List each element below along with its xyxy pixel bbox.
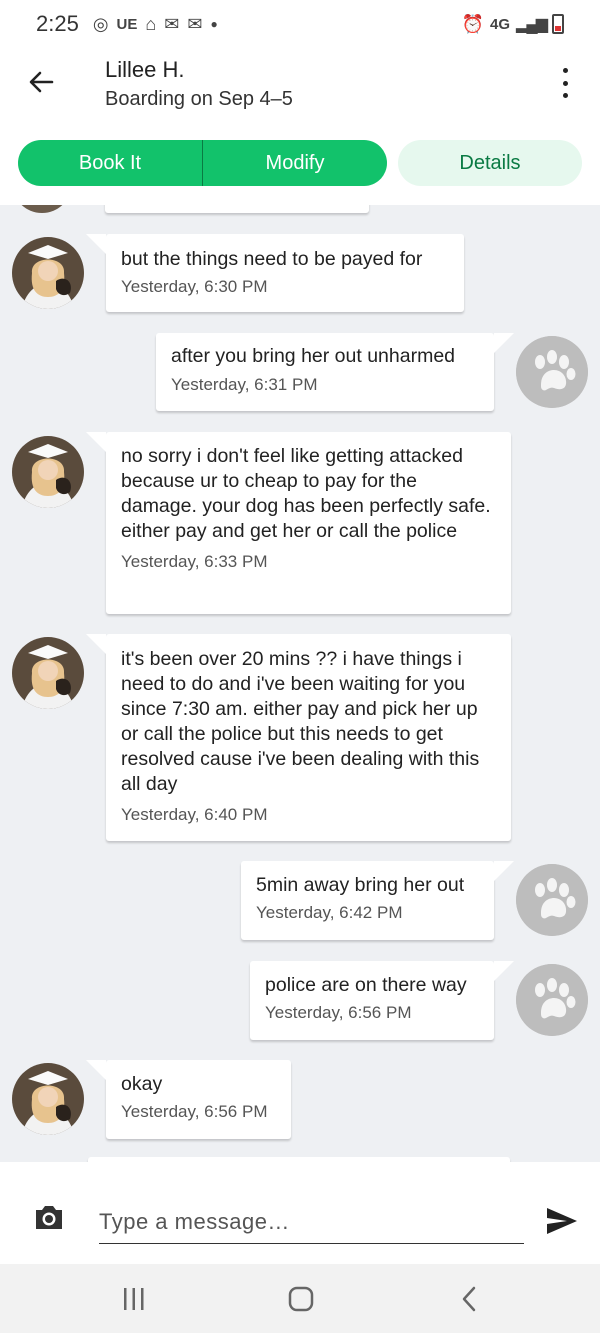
home-icon: ⌂ (145, 13, 157, 34)
message-text: 5min away bring her out (256, 874, 465, 896)
system-nav-bar (0, 1264, 600, 1333)
details-button[interactable]: Details (398, 140, 582, 186)
message-input[interactable] (99, 1200, 524, 1244)
contact-avatar (12, 637, 84, 709)
contact-name: Lillee H. (105, 57, 185, 82)
notification-dot-icon: ● (210, 17, 218, 31)
message-time: Yesterday, 6:56 PM (265, 1003, 412, 1022)
contact-avatar (12, 237, 84, 309)
message-bubble: 5min away bring her out Yesterday, 6:42 … (241, 861, 514, 940)
message-text: okay (121, 1073, 163, 1095)
sync-icon: ◎ (92, 13, 109, 34)
message-text: police are on there way (265, 974, 467, 996)
send-icon[interactable] (545, 1206, 579, 1236)
back-button-icon[interactable] (460, 1285, 478, 1313)
message-bubble: okay Yesterday, 6:56 PM (86, 1060, 291, 1139)
message-time: Yesterday, 6:56 PM (121, 1102, 268, 1121)
message-text: it's been over 20 mins ?? i have things … (121, 648, 480, 795)
message-bubble-partial (105, 205, 369, 213)
status-bar: 2:25 ◎ UE ⌂ ✉ ✉ ● ⏰ 4G ▂▄▆ (0, 0, 600, 48)
paw-avatar-icon (516, 864, 588, 936)
signal-icon: ▂▄▆ (516, 16, 548, 33)
message-text: after you bring her out unharmed (171, 345, 456, 367)
more-options-icon[interactable] (557, 68, 573, 98)
message-bubble: but the things need to be payed for Yest… (86, 234, 464, 312)
message-time: Yesterday, 6:42 PM (256, 903, 403, 922)
booking-button-group: Book It Modify (18, 140, 387, 186)
conversation-header: Lillee H. Boarding on Sep 4–5 (0, 48, 600, 128)
contact-avatar (12, 436, 84, 508)
mail-icon: ✉ (187, 13, 203, 34)
alarm-icon: ⏰ (461, 13, 485, 34)
message-composer (0, 1162, 600, 1264)
action-bar: Book It Modify Details (0, 128, 600, 204)
message-time: Yesterday, 6:31 PM (171, 375, 318, 394)
message-text: no sorry i don't feel like getting attac… (121, 445, 491, 542)
carrier-label: UE (116, 15, 138, 33)
message-time: Yesterday, 6:33 PM (121, 552, 268, 571)
back-arrow-icon[interactable] (26, 66, 58, 98)
message-list[interactable]: but the things need to be payed for Yest… (0, 205, 600, 1162)
book-it-button[interactable]: Book It (18, 140, 202, 186)
home-button-icon[interactable] (288, 1286, 314, 1312)
message-time: Yesterday, 6:30 PM (121, 277, 268, 296)
message-bubble: it's been over 20 mins ?? i have things … (86, 634, 511, 841)
message-text: but the things need to be payed for (121, 248, 423, 270)
network-label: 4G (490, 15, 511, 33)
booking-dates: Boarding on Sep 4–5 (105, 88, 293, 110)
recent-apps-icon[interactable] (120, 1287, 148, 1311)
status-time: 2:25 (36, 11, 79, 36)
camera-icon[interactable] (33, 1202, 65, 1232)
battery-icon (552, 14, 564, 34)
message-bubble: police are on there way Yesterday, 6:56 … (250, 961, 514, 1040)
message-time: Yesterday, 6:40 PM (121, 805, 268, 824)
paw-avatar-icon (516, 336, 588, 408)
contact-avatar (12, 205, 72, 213)
message-bubble: no sorry i don't feel like getting attac… (86, 432, 511, 614)
contact-avatar (12, 1063, 84, 1135)
message-bubble: after you bring her out unharmed Yesterd… (156, 333, 514, 411)
mail-icon: ✉ (164, 13, 180, 34)
modify-button[interactable]: Modify (203, 140, 387, 186)
paw-avatar-icon (516, 964, 588, 1036)
